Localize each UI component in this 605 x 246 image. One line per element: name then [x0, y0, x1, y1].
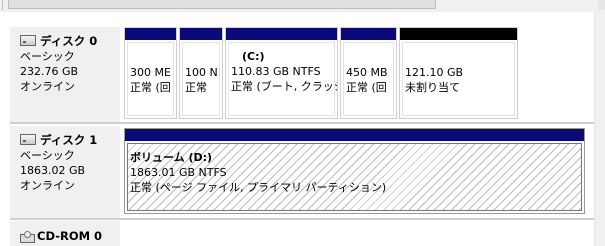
partition-status: 正常 (回 — [130, 81, 171, 94]
disk-type: ベーシック — [20, 50, 75, 63]
disk-size: 232.76 GB — [20, 65, 79, 78]
partition-volume-name: ボリューム (D:) — [130, 151, 213, 164]
partition-c[interactable]: (C:) 110.83 GB NTFS 正常 (ブート, クラッシ — [225, 27, 338, 119]
partition-unallocated[interactable]: 121.10 GB 未割り当て — [399, 27, 518, 119]
partition-size: 100 N — [185, 66, 218, 79]
partition-status: 未割り当て — [405, 81, 460, 94]
vertical-scrollbar[interactable] — [594, 12, 605, 246]
partition-status: 正常 (ページ ファイル, プライマリ パーティション) — [130, 181, 387, 194]
scroll-right-button[interactable] — [598, 0, 605, 10]
disk-meta: ベーシック 1863.02 GB オンライン — [20, 148, 85, 193]
disk-size: 1863.02 GB — [20, 164, 86, 177]
disk-name-line: ディスク 1 — [20, 132, 97, 148]
horizontal-scrollbar[interactable] — [0, 0, 605, 12]
disk-row-0: ディスク 0 ベーシック 232.76 GB オンライン 300 ME 正常 (… — [0, 24, 594, 124]
partition-size: 110.83 GB NTFS — [231, 65, 321, 78]
partition-text: 100 N 正常 — [185, 65, 218, 95]
cdrom-name: CD-ROM 0 — [37, 229, 103, 243]
horizontal-scrollbar-thumb[interactable] — [8, 0, 436, 9]
partition-color-bar — [226, 28, 337, 40]
disk-label-1[interactable]: ディスク 1 ベーシック 1863.02 GB オンライン — [10, 126, 120, 218]
partition-color-bar — [125, 129, 584, 141]
partition-color-bar — [180, 28, 222, 40]
partition-efi[interactable]: 100 N 正常 — [179, 27, 223, 119]
partition-size: 121.10 GB — [405, 66, 464, 79]
cdrom-label-0[interactable]: CD-ROM 0 — [10, 221, 120, 246]
disk-status: オンライン — [20, 179, 75, 192]
disk-meta: ベーシック 232.76 GB オンライン — [20, 49, 78, 94]
cdrom-name-line: CD-ROM 0 — [20, 229, 102, 243]
partition-area-1: ボリューム (D:) 1863.01 GB NTFS 正常 (ページ ファイル,… — [122, 126, 594, 218]
hard-disk-icon — [20, 134, 36, 145]
disk-name-line: ディスク 0 — [20, 33, 97, 49]
partition-status: 正常 (回 — [346, 81, 387, 94]
partition-size: 1863.01 GB NTFS — [130, 166, 227, 179]
partition-volume-name: (C:) — [242, 50, 265, 63]
partition-area-0: 300 ME 正常 (回 100 N 正常 (C:) 110.83 GB NTF… — [122, 27, 594, 124]
partition-status: 正常 (ブート, クラッシ — [231, 80, 338, 93]
partition-color-bar — [125, 28, 176, 40]
disk-name: ディスク 0 — [40, 34, 98, 48]
partition-d[interactable]: ボリューム (D:) 1863.01 GB NTFS 正常 (ページ ファイル,… — [124, 128, 585, 214]
partition-size: 300 ME — [130, 66, 171, 79]
hard-disk-icon — [20, 35, 36, 46]
partition-text: ボリューム (D:) 1863.01 GB NTFS 正常 (ページ ファイル,… — [130, 150, 386, 195]
partition-status: 正常 — [185, 81, 207, 94]
unallocated-color-bar — [400, 28, 517, 40]
partition-recovery-2[interactable]: 450 MB 正常 (回 — [340, 27, 397, 119]
disk-status: オンライン — [20, 80, 75, 93]
disk-row-1: ディスク 1 ベーシック 1863.02 GB オンライン ボリューム (D:)… — [0, 124, 594, 218]
partition-text: 450 MB 正常 (回 — [346, 65, 388, 95]
disk-name: ディスク 1 — [40, 133, 98, 147]
cdrom-row-0: CD-ROM 0 — [0, 221, 594, 246]
partition-size: 450 MB — [346, 66, 388, 79]
partition-recovery[interactable]: 300 ME 正常 (回 — [124, 27, 177, 119]
partition-color-bar — [341, 28, 396, 40]
cd-drive-icon — [20, 230, 35, 243]
partition-text: 121.10 GB 未割り当て — [405, 65, 463, 95]
partition-text: 300 ME 正常 (回 — [130, 65, 171, 95]
partition-text: (C:) 110.83 GB NTFS 正常 (ブート, クラッシ — [231, 49, 338, 94]
disk-label-0[interactable]: ディスク 0 ベーシック 232.76 GB オンライン — [10, 27, 120, 124]
row-separator — [10, 218, 594, 220]
disk-type: ベーシック — [20, 149, 75, 162]
